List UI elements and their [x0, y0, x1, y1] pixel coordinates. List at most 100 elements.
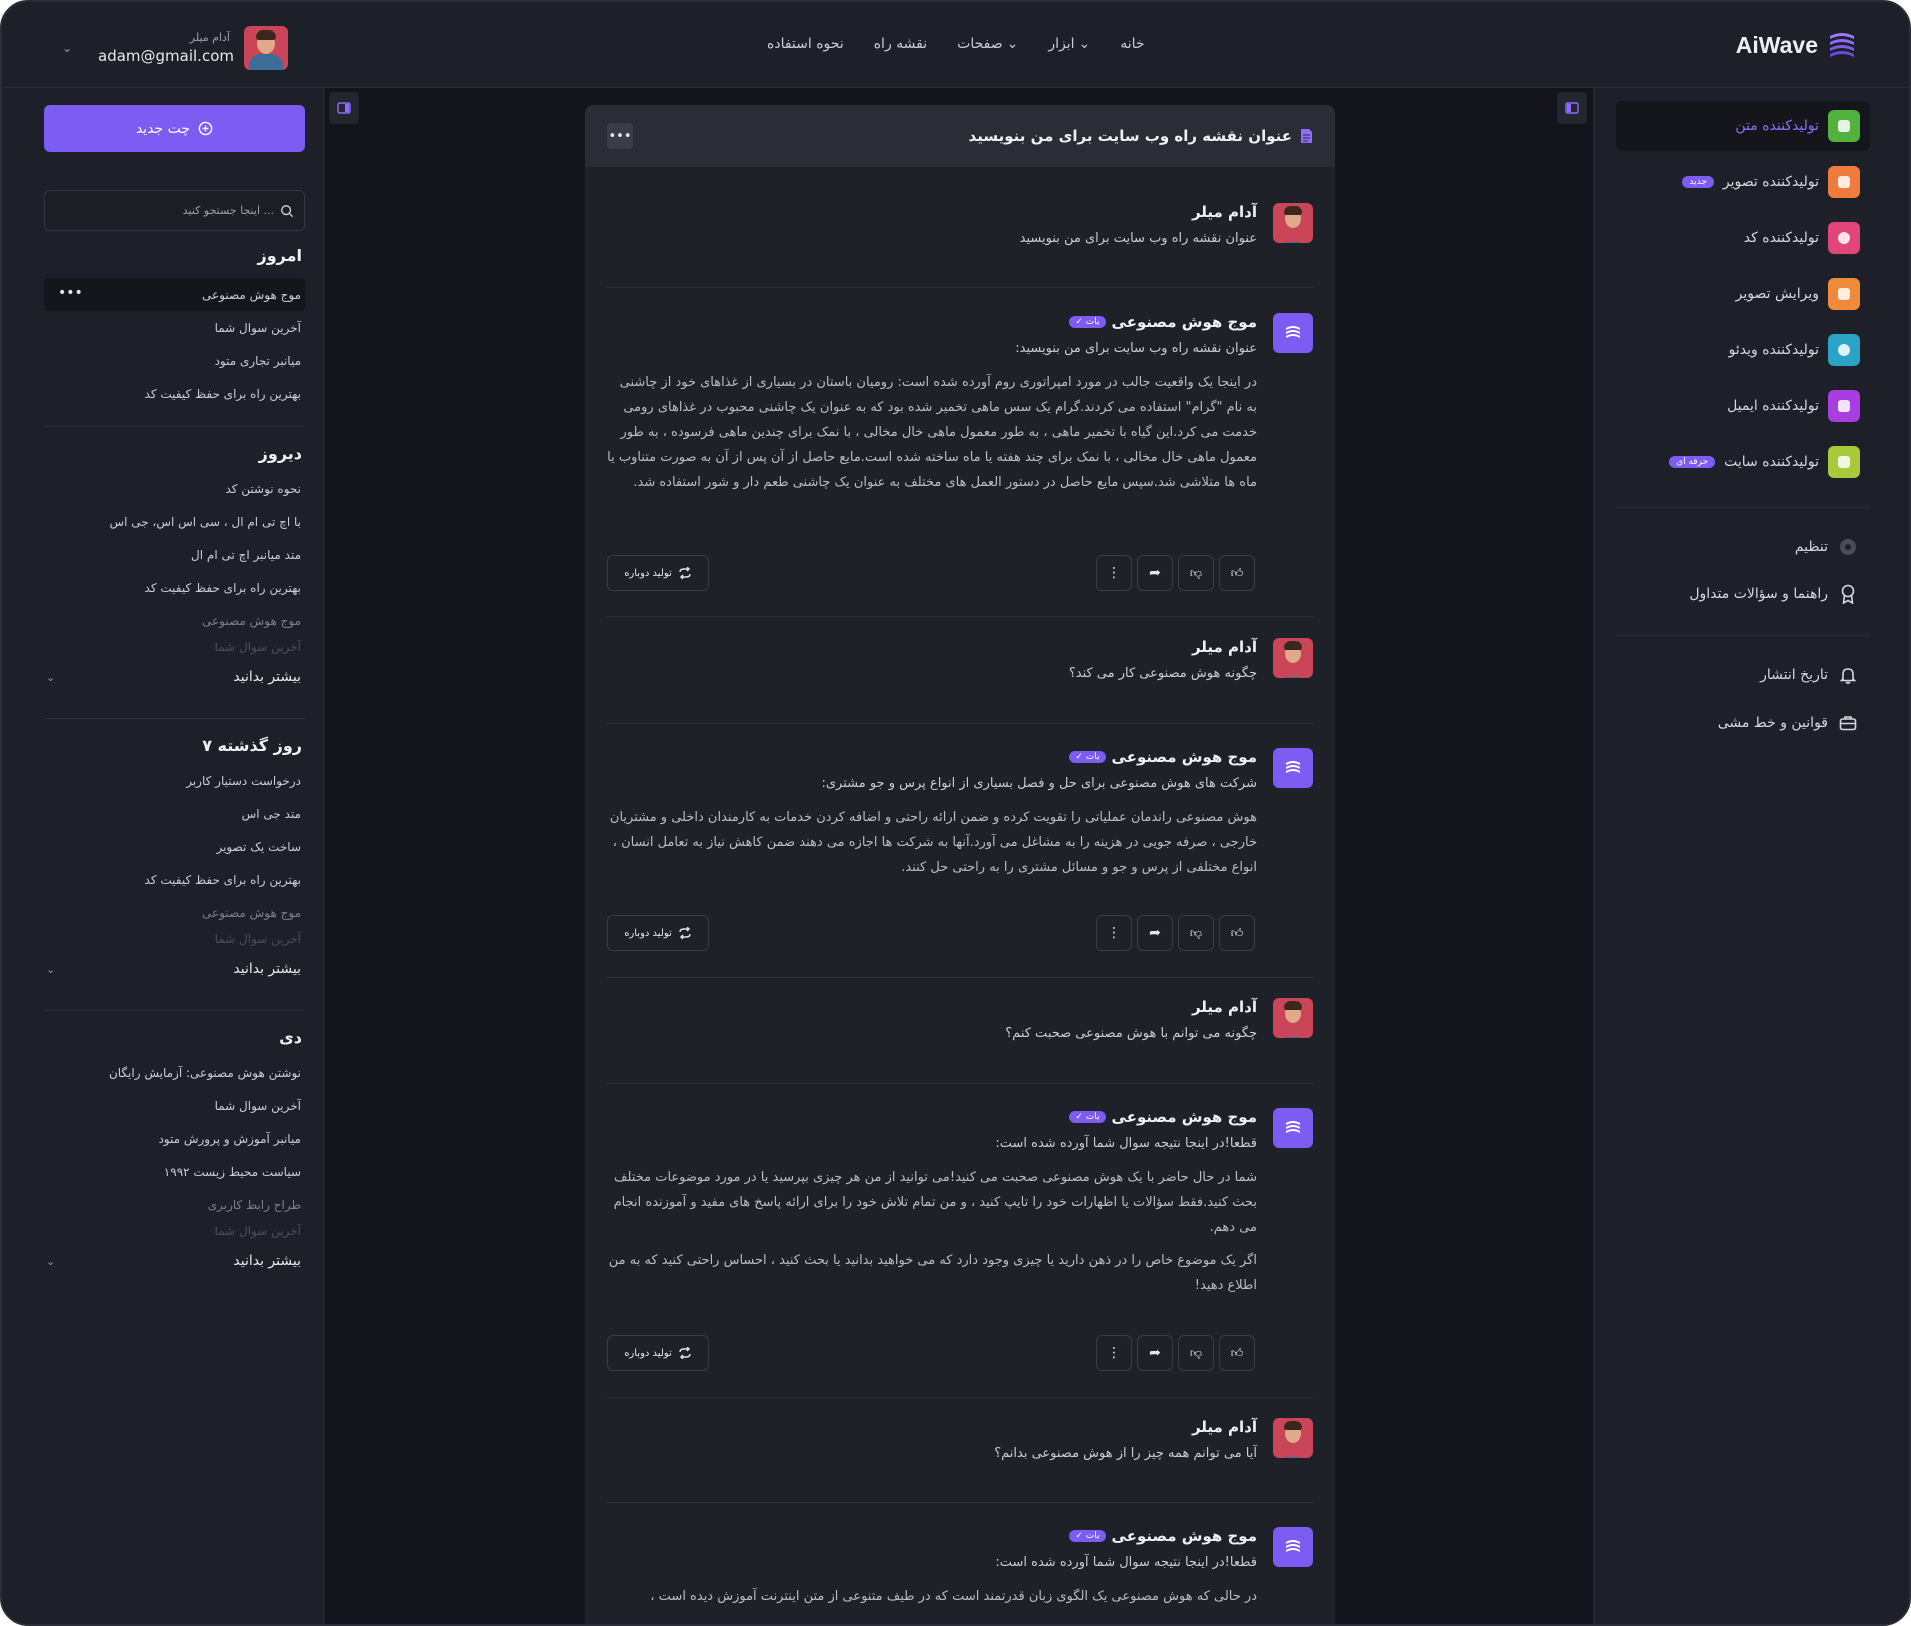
history-item[interactable]: آخرین سوال شما — [44, 1089, 305, 1122]
search-box — [44, 190, 305, 231]
dislike-button[interactable]: 👎︎ — [1178, 555, 1214, 591]
nav-home[interactable]: خانه — [1120, 36, 1144, 52]
nav-label: صفحات — [957, 36, 1003, 52]
message-author: موج هوش مصنوعی — [1111, 1108, 1257, 1126]
message-body: هوش مصنوعی راندمان عملیاتی را تقویت کرده… — [607, 805, 1257, 880]
thumbs-down-icon: 👎︎ — [1189, 565, 1203, 580]
history-item[interactable]: آخرین سوال شما — [44, 311, 305, 344]
divider — [1616, 507, 1870, 508]
like-button[interactable]: 👍︎ — [1219, 1335, 1255, 1371]
message-intro: عنوان نقشه راه وب سایت برای من بنویسید: — [1015, 341, 1257, 356]
chat-options-button[interactable]: ••• — [607, 123, 633, 149]
refresh-icon — [679, 927, 691, 939]
dislike-button[interactable]: 👎︎ — [1178, 915, 1214, 951]
tool-label: تولیدکننده ایمیل — [1727, 398, 1819, 414]
history-item[interactable]: بهترین راه برای حفظ کیفیت کد — [44, 377, 305, 410]
gear-icon — [1838, 537, 1858, 557]
vertical-dots-icon: ⋮ — [1107, 1345, 1121, 1361]
history-item[interactable]: موج هوش مصنوعی — [44, 896, 305, 929]
history-item[interactable]: نوشتن هوش مصنوعی: آزمایش رایگان — [44, 1056, 305, 1089]
share-button[interactable]: ➦ — [1137, 915, 1173, 951]
chat-panel: ••• عنوان نقشه راه وب سایت برای من بنویس… — [585, 105, 1335, 1624]
bot-badge-label: بات — [1085, 752, 1100, 762]
more-options-icon[interactable]: ••• — [58, 285, 83, 301]
thumbs-down-icon: 👎︎ — [1189, 925, 1203, 940]
help-faq-link[interactable]: راهنما و سؤالات متداول — [1616, 578, 1870, 610]
right-sidebar: تولیدکننده متن جدید تولیدکننده تصویر تول… — [1594, 88, 1909, 1624]
tool-code-generator[interactable]: تولیدکننده کد — [1616, 213, 1870, 263]
bot-message: موج هوش مصنوعی بات ✓ قطعا!در اینجا نتیجه … — [607, 1108, 1313, 1368]
more-options-button[interactable]: ⋮ — [1096, 555, 1132, 591]
brand-logo[interactable]: AiWave — [1736, 30, 1858, 60]
like-button[interactable]: 👍︎ — [1219, 915, 1255, 951]
message-paragraph: اگر یک موضوع خاص را در ذهن دارید یا چیزی… — [608, 1253, 1257, 1293]
bot-badge-label: بات — [1085, 1531, 1100, 1541]
history-item[interactable]: میانبر تجاری متود — [44, 344, 305, 377]
tool-image-editor[interactable]: ویرایش تصویر — [1616, 269, 1870, 319]
history-item[interactable]: سیاست محیط زیست ۱۹۹۲ — [44, 1155, 305, 1188]
nav-tools[interactable]: ابزار ⌄ — [1048, 36, 1090, 52]
history-item-label: موج هوش مصنوعی — [202, 905, 301, 920]
history-item[interactable]: ••• موج هوش مصنوعی — [44, 278, 305, 311]
tool-image-generator[interactable]: جدید تولیدکننده تصویر — [1616, 157, 1870, 207]
history-item[interactable]: بهترین راه برای حفظ کیفیت کد — [44, 571, 305, 604]
message-text: چگونه هوش مصنوعی کار می کند؟ — [1068, 666, 1257, 681]
history-item[interactable]: متد میانبر اچ تی ام ال — [44, 538, 305, 571]
user-menu[interactable]: ⌄ آدام میلر adam@gmail.com — [62, 26, 288, 70]
share-button[interactable]: ➦ — [1137, 555, 1173, 591]
share-button[interactable]: ➦ — [1137, 1335, 1173, 1371]
history-item-label: سیاست محیط زیست ۱۹۹۲ — [163, 1164, 301, 1179]
history-item[interactable]: میانبر آموزش و پرورش متود — [44, 1122, 305, 1155]
tool-site-generator[interactable]: حرفه ای تولیدکننده سایت — [1616, 437, 1870, 487]
regenerate-button[interactable]: تولید دوباره — [607, 1335, 709, 1371]
left-sidebar-toggle[interactable] — [329, 92, 359, 124]
tool-email-generator[interactable]: تولیدکننده ایمیل — [1616, 381, 1870, 431]
show-more-button[interactable]: ⌄ بیشتر بدانید — [44, 953, 305, 985]
settings-link[interactable]: تنظیم — [1616, 531, 1870, 563]
regenerate-button[interactable]: تولید دوباره — [607, 555, 709, 591]
history-item[interactable]: نحوه نوشتن کد — [44, 472, 305, 505]
release-date-link[interactable]: تاریخ انتشار — [1616, 659, 1870, 691]
user-message: آدام میلر چگونه هوش مصنوعی کار می کند؟ — [607, 638, 1313, 708]
nav-roadmap[interactable]: نقشه راه — [874, 36, 927, 52]
history-item[interactable]: طراح رابط کاربری — [44, 1188, 305, 1221]
nav-pages[interactable]: صفحات ⌄ — [957, 36, 1018, 52]
regenerate-button[interactable]: تولید دوباره — [607, 915, 709, 951]
history-item[interactable]: آخرین سوال شما — [44, 1221, 305, 1241]
bot-avatar — [1273, 1108, 1313, 1148]
message-intro: قطعا!در اینجا نتیجه سوال شما آورده شده ا… — [995, 1136, 1257, 1151]
history-item[interactable]: متد جی اس — [44, 797, 305, 830]
thumbs-up-icon: 👍︎ — [1230, 1345, 1244, 1360]
divider — [607, 1083, 1313, 1084]
history-item[interactable]: ساخت یک تصویر — [44, 830, 305, 863]
user-email: adam@gmail.com — [98, 47, 234, 65]
aiwave-icon — [1286, 326, 1300, 338]
share-icon: ➦ — [1149, 925, 1161, 941]
refresh-icon — [679, 1347, 691, 1359]
more-options-button[interactable]: ⋮ — [1096, 915, 1132, 951]
message-body: در اینجا یک واقعیت جالب در مورد امپراتور… — [607, 370, 1257, 495]
more-options-button[interactable]: ⋮ — [1096, 1335, 1132, 1371]
right-sidebar-toggle[interactable] — [1557, 92, 1587, 124]
sidebar-toggle-icon — [337, 102, 351, 114]
search-input[interactable] — [64, 204, 274, 217]
chat-title-text: عنوان نقشه راه وب سایت برای من بنویسید — [968, 127, 1292, 145]
history-item[interactable]: درخواست دستیار کاربر — [44, 764, 305, 797]
history-item[interactable]: آخرین سوال شما — [44, 929, 305, 949]
tool-video-generator[interactable]: تولیدکننده ویدئو — [1616, 325, 1870, 375]
history-item[interactable]: بهترین راه برای حفظ کیفیت کد — [44, 863, 305, 896]
new-chat-button[interactable]: چت جدید — [44, 105, 305, 152]
show-more-button[interactable]: ⌄ بیشتر بدانید — [44, 1245, 305, 1277]
tool-text-generator[interactable]: تولیدکننده متن — [1616, 101, 1870, 151]
history-item[interactable]: آخرین سوال شما — [44, 637, 305, 657]
show-more-button[interactable]: ⌄ بیشتر بدانید — [44, 661, 305, 693]
history-item[interactable]: با اچ تی ام ال ، سی اس اس، جی اس — [44, 505, 305, 538]
policy-link[interactable]: قوانین و خط مشی — [1616, 707, 1870, 739]
history-item-label: آخرین سوال شما — [214, 932, 301, 946]
divider — [607, 723, 1313, 724]
like-button[interactable]: 👍︎ — [1219, 555, 1255, 591]
dislike-button[interactable]: 👎︎ — [1178, 1335, 1214, 1371]
nav-how-to-use[interactable]: نحوه استفاده — [767, 36, 844, 52]
settings-label: تنظیم — [1794, 539, 1828, 555]
history-item[interactable]: موج هوش مصنوعی — [44, 604, 305, 637]
